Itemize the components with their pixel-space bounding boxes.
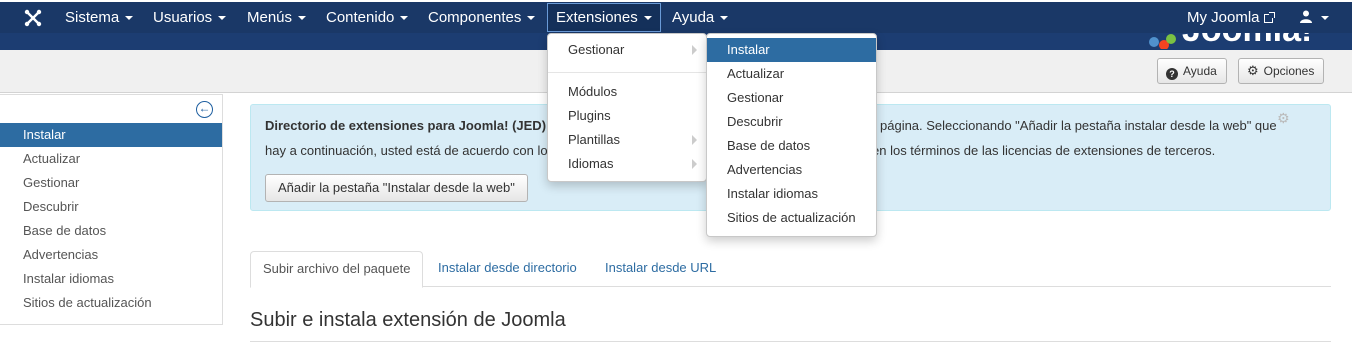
nav-label: Contenido <box>326 9 395 26</box>
external-link-icon <box>1263 12 1275 23</box>
nav-componentes[interactable]: Componentes <box>428 2 536 33</box>
svg-text:Joomla!: Joomla! <box>1182 33 1312 49</box>
menu-divider <box>548 72 706 73</box>
options-label: Opciones <box>1263 64 1315 78</box>
nav-label: Sistema <box>65 9 120 26</box>
menu-item-label: Módulos <box>568 84 618 99</box>
submenu-item-instalar-idiomas[interactable]: Instalar idiomas <box>707 182 876 206</box>
sidebar-item-instalar[interactable]: Instalar <box>0 123 222 147</box>
joomla-brand-logo: Joomla! <box>1149 33 1312 49</box>
user-menu[interactable] <box>1300 2 1329 33</box>
caret-down-icon <box>527 16 536 21</box>
caret-down-icon <box>218 16 227 21</box>
submenu-item-gestionar[interactable]: Gestionar <box>707 86 876 110</box>
caret-down-icon <box>125 16 134 21</box>
section-title: Subir e instala extensión de Joomla <box>250 309 566 331</box>
my-joomla-link[interactable]: My Joomla <box>1187 2 1275 33</box>
nav-menus[interactable]: Menús <box>247 2 307 33</box>
submenu-item-base-de-datos[interactable]: Base de datos <box>707 134 876 158</box>
submenu-item-actualizar[interactable]: Actualizar <box>707 62 876 86</box>
caret-down-icon <box>298 16 307 21</box>
info-heading: Directorio de extensiones para Joomla! (… <box>265 118 547 133</box>
menu-item-modulos[interactable]: Módulos <box>548 80 706 104</box>
tab-upload-package[interactable]: Subir archivo del paquete <box>250 251 424 288</box>
question-circle-icon: ? <box>1166 68 1178 80</box>
menu-item-plugins[interactable]: Plugins <box>548 104 706 128</box>
sidebar-item-sitios-de-actualizacion[interactable]: Sitios de actualización <box>0 291 222 315</box>
install-tabs: Subir archivo del paquete Instalar desde… <box>250 251 1331 288</box>
user-icon <box>1300 10 1312 23</box>
submenu-item-sitios-de-actualizacion[interactable]: Sitios de actualización <box>707 206 876 230</box>
options-button[interactable]: ⚙ Opciones <box>1238 58 1325 84</box>
sidebar-item-label: Instalar <box>23 127 66 142</box>
menu-item-label: Plugins <box>568 108 611 123</box>
sidebar-item-base-de-datos[interactable]: Base de datos <box>0 219 222 243</box>
nav-extensiones[interactable]: Extensiones <box>547 3 661 32</box>
sidebar-item-descubrir[interactable]: Descubrir <box>0 195 222 219</box>
nav-usuarios[interactable]: Usuarios <box>153 2 227 33</box>
my-joomla-label: My Joomla <box>1187 9 1260 26</box>
submenu-item-advertencias[interactable]: Advertencias <box>707 158 876 182</box>
sidebar: ← Instalar Actualizar Gestionar Descubri… <box>0 94 223 325</box>
sidebar-item-label: Base de datos <box>23 223 107 238</box>
nav-sistema[interactable]: Sistema <box>65 2 134 33</box>
help-button[interactable]: ? Ayuda <box>1157 58 1227 84</box>
tab-install-from-directory[interactable]: Instalar desde directorio <box>426 251 589 287</box>
tab-install-from-url[interactable]: Instalar desde URL <box>593 251 728 287</box>
caret-down-icon <box>720 16 729 21</box>
nav-label: Extensiones <box>556 9 638 26</box>
nav-label: Ayuda <box>672 9 715 26</box>
sidebar-item-advertencias[interactable]: Advertencias <box>0 243 222 267</box>
sidebar-item-label: Actualizar <box>23 151 81 166</box>
menu-item-idiomas[interactable]: Idiomas <box>548 152 706 176</box>
gear-icon: ⚙ <box>1247 63 1259 78</box>
caret-down-icon <box>400 16 409 21</box>
caret-right-icon <box>692 45 697 55</box>
nav-label: Menús <box>247 9 293 26</box>
top-navbar: Sistema Usuarios Menús Contenido Compone… <box>0 0 1352 33</box>
info-text-line1: página. Seleccionando "Añadir la pestaña… <box>880 118 1277 133</box>
arrow-left-circle-icon[interactable]: ← <box>196 101 213 118</box>
info-text-line2-right: en los términos de las licencias de exte… <box>872 143 1216 158</box>
menu-item-plantillas[interactable]: Plantillas <box>548 128 706 152</box>
help-label: Ayuda <box>1183 64 1217 78</box>
caret-right-icon <box>692 159 697 169</box>
gear-icon[interactable]: ⚙ <box>1277 111 1291 125</box>
menu-item-gestionar[interactable]: Gestionar <box>548 38 706 62</box>
sidebar-item-label: Gestionar <box>23 175 80 190</box>
joomla-logo-icon[interactable] <box>22 7 44 29</box>
menu-item-label: Gestionar <box>568 42 625 57</box>
sidebar-item-actualizar[interactable]: Actualizar <box>0 147 222 171</box>
caret-right-icon <box>692 135 697 145</box>
page: Sistema Usuarios Menús Contenido Compone… <box>0 0 1352 358</box>
caret-down-icon <box>1321 16 1329 21</box>
caret-down-icon <box>643 16 652 21</box>
nav-ayuda[interactable]: Ayuda <box>672 2 729 33</box>
sidebar-item-label: Instalar idiomas <box>23 271 115 286</box>
section-divider <box>250 341 1331 342</box>
info-text-line2-left: hay a continuación, usted está de acuerd… <box>265 143 548 158</box>
sidebar-item-label: Sitios de actualización <box>23 295 152 310</box>
submenu-item-instalar[interactable]: Instalar <box>707 38 876 62</box>
gestionar-submenu: Instalar Actualizar Gestionar Descubrir … <box>706 33 877 237</box>
nav-label: Usuarios <box>153 9 213 26</box>
menu-item-label: Plantillas <box>568 132 621 147</box>
submenu-item-descubrir[interactable]: Descubrir <box>707 110 876 134</box>
extensiones-dropdown: Gestionar Módulos Plugins Plantillas Idi… <box>547 33 707 182</box>
sidebar-item-gestionar[interactable]: Gestionar <box>0 171 222 195</box>
menu-item-label: Idiomas <box>568 156 614 171</box>
sidebar-item-label: Descubrir <box>23 199 79 214</box>
sidebar-item-label: Advertencias <box>23 247 99 262</box>
add-install-from-web-tab-button[interactable]: Añadir la pestaña "Instalar desde la web… <box>265 174 528 202</box>
sidebar-item-instalar-idiomas[interactable]: Instalar idiomas <box>0 267 222 291</box>
nav-label: Componentes <box>428 9 522 26</box>
nav-contenido[interactable]: Contenido <box>326 2 409 33</box>
